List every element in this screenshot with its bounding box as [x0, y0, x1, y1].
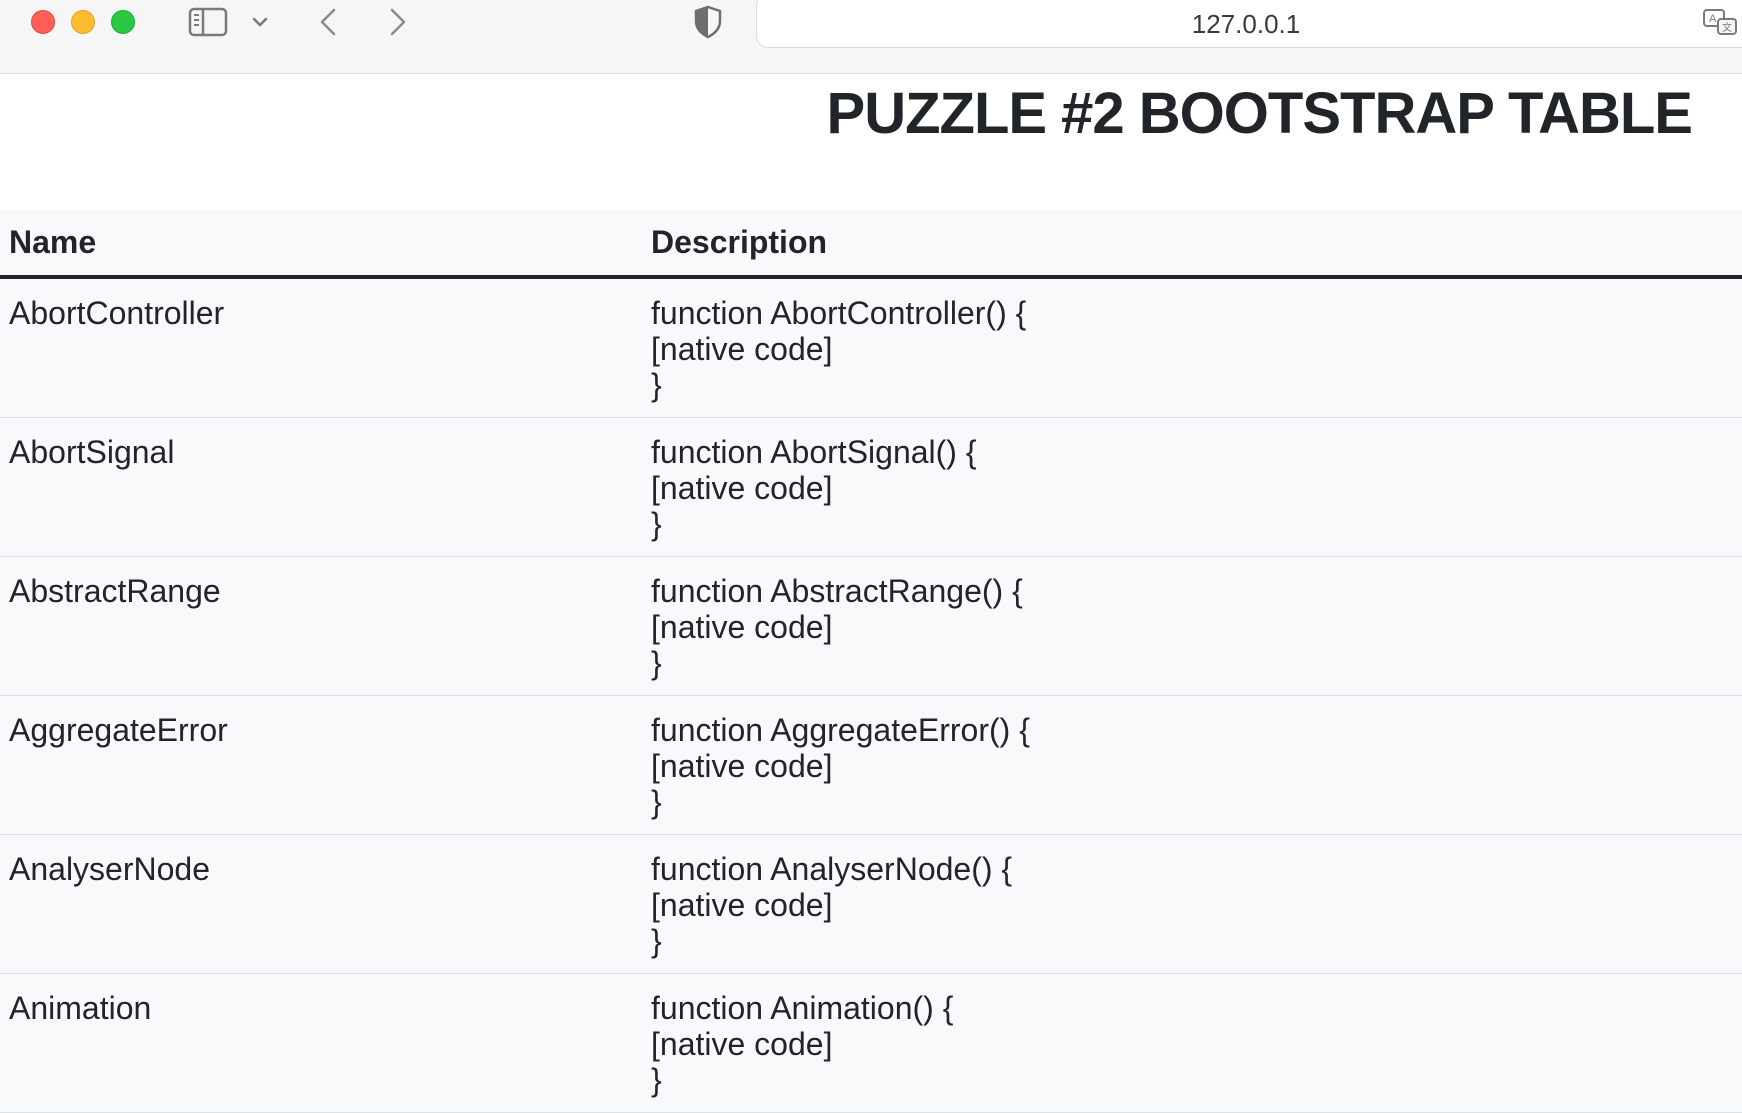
svg-text:文: 文 — [1722, 21, 1732, 34]
cell-description: function AbstractRange() {[native code]} — [642, 556, 1742, 696]
cell-name: Animation — [0, 973, 642, 1113]
description-line: function AnalyserNode() { — [651, 851, 1013, 887]
cell-name: AggregateError — [0, 695, 642, 835]
browser-toolbar: 127.0.0.1 A 文 — [0, 0, 1742, 74]
description-line: [native code] — [651, 331, 833, 367]
page-content: PUZZLE #2 BOOTSTRAP TABLE Name Descripti… — [0, 74, 1742, 1113]
description-line: function AbstractRange() { — [651, 573, 1023, 609]
cell-name: AnalyserNode — [0, 834, 642, 974]
data-table-container: Name Description AbortController function… — [0, 210, 1742, 1113]
shield-icon[interactable] — [690, 4, 726, 40]
description-line: function AbortSignal() { — [651, 434, 977, 470]
cell-name: AbstractRange — [0, 556, 642, 696]
cell-description: function AnalyserNode() {[native code]} — [642, 834, 1742, 974]
description-line: } — [651, 645, 662, 681]
table-row: AbortController function AbortController(… — [0, 277, 1742, 418]
description-line: } — [651, 923, 662, 959]
description-line: [native code] — [651, 470, 833, 506]
description-line: function AggregateError() { — [651, 712, 1030, 748]
cell-name: AbortSignal — [0, 417, 642, 557]
sidebar-icon[interactable] — [186, 4, 230, 40]
minimize-window-icon[interactable] — [71, 10, 95, 34]
description-line: [native code] — [651, 748, 833, 784]
chevron-down-icon[interactable] — [250, 8, 270, 36]
description-line: } — [651, 506, 662, 542]
page-title: PUZZLE #2 BOOTSTRAP TABLE — [826, 81, 1693, 146]
table-row: AbstractRange function AbstractRange() {[… — [0, 556, 1742, 696]
description-line: } — [651, 367, 662, 403]
table-body: AbortController function AbortController(… — [0, 277, 1742, 1113]
chevron-left-icon[interactable] — [313, 4, 343, 40]
cell-description: function Animation() {[native code]} — [642, 973, 1742, 1113]
cell-name: AbortController — [0, 277, 642, 418]
description-line: } — [651, 784, 662, 820]
table-row: AnalyserNode function AnalyserNode() {[na… — [0, 834, 1742, 974]
description-line: [native code] — [651, 1026, 833, 1062]
chevron-right-icon[interactable] — [383, 4, 413, 40]
description-line: [native code] — [651, 609, 833, 645]
table-row: Animation function Animation() {[native c… — [0, 973, 1742, 1113]
description-line: function Animation() { — [651, 990, 954, 1026]
column-header-description[interactable]: Description — [642, 210, 1742, 279]
table-header-row: Name Description — [0, 210, 1742, 279]
address-bar[interactable]: 127.0.0.1 — [756, 0, 1742, 48]
description-line: } — [651, 1062, 662, 1098]
address-text: 127.0.0.1 — [1191, 9, 1301, 39]
table-row: AbortSignal function AbortSignal() {[nati… — [0, 417, 1742, 557]
description-line: [native code] — [651, 887, 833, 923]
cell-description: function AbortSignal() {[native code]} — [642, 417, 1742, 557]
zoom-window-icon[interactable] — [111, 10, 135, 34]
data-table: Name Description AbortController function… — [0, 210, 1742, 1113]
description-line: function AbortController() { — [651, 295, 1027, 331]
close-window-icon[interactable] — [31, 10, 55, 34]
svg-text:A: A — [1709, 13, 1717, 25]
translate-icon[interactable]: A 文 — [1700, 4, 1740, 40]
column-header-name[interactable]: Name — [0, 210, 642, 279]
cell-description: function AggregateError() {[native code]… — [642, 695, 1742, 835]
cell-description: function AbortController() {[native code… — [642, 277, 1742, 418]
table-row: AggregateError function AggregateError() … — [0, 695, 1742, 835]
